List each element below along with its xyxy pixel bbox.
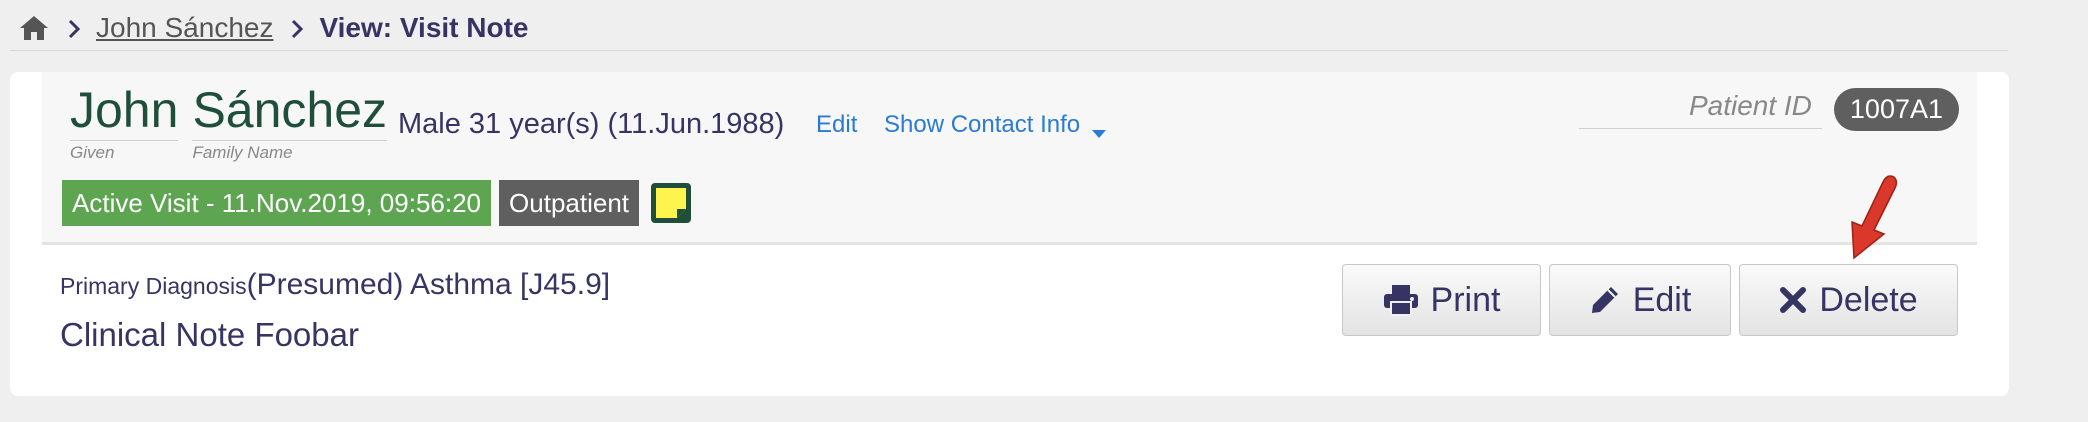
family-name-block: Sánchez Family Name xyxy=(192,82,388,163)
given-name: John xyxy=(70,82,179,141)
patient-name: John Given Sánchez Family Name xyxy=(70,82,401,163)
sticky-note-icon[interactable] xyxy=(649,181,693,225)
family-name-label: Family Name xyxy=(192,143,293,162)
primary-diagnosis-value: (Presumed) Asthma [J45.9] xyxy=(246,268,611,301)
print-button[interactable]: Print xyxy=(1342,264,1541,336)
active-visit-badge[interactable]: Active Visit - 11.Nov.2019, 09:56:20 xyxy=(62,180,492,226)
note-title: Clinical Note Foobar xyxy=(60,316,359,353)
edit-button[interactable]: Edit xyxy=(1549,264,1731,336)
patient-header: John Given Sánchez Family Name Male 31 y… xyxy=(42,72,1977,245)
visit-badges: Active Visit - 11.Nov.2019, 09:56:20 Out… xyxy=(62,180,693,226)
breadcrumb-current: View: Visit Note xyxy=(319,12,529,43)
visit-type-badge: Outpatient xyxy=(499,180,640,226)
close-icon xyxy=(1780,287,1807,313)
pencil-icon xyxy=(1591,287,1618,313)
breadcrumb-patient-link[interactable]: John Sánchez xyxy=(96,12,273,44)
delete-button[interactable]: Delete xyxy=(1739,264,1958,336)
red-arrow-icon xyxy=(1851,175,1898,260)
home-icon[interactable] xyxy=(18,14,50,42)
print-button-label: Print xyxy=(1430,280,1501,319)
edit-patient-link[interactable]: Edit xyxy=(816,111,857,139)
chevron-right-icon xyxy=(66,16,84,40)
patient-id-label: Patient ID xyxy=(1578,90,1822,129)
patient-id-badge: 1007A1 xyxy=(1833,88,1959,131)
primary-diagnosis: Primary Diagnosis (Presumed) Asthma [J45… xyxy=(60,268,610,302)
show-contact-info-link[interactable]: Show Contact Info xyxy=(884,111,1108,139)
primary-diagnosis-label: Primary Diagnosis xyxy=(60,273,247,299)
given-name-block: John Given xyxy=(70,82,179,163)
print-icon xyxy=(1383,285,1418,316)
patient-id: Patient ID 1007A1 xyxy=(1578,88,1959,131)
chevron-right-icon xyxy=(289,16,307,40)
show-contact-info-label: Show Contact Info xyxy=(884,111,1081,138)
breadcrumb: John Sánchez View: Visit Note xyxy=(18,8,529,48)
family-name: Sánchez xyxy=(192,82,388,141)
patient-demographics: Male 31 year(s) (11.Jun.1988) xyxy=(398,108,785,140)
given-name-label: Given xyxy=(70,143,115,162)
caret-down-icon xyxy=(1090,119,1108,138)
delete-button-label: Delete xyxy=(1819,280,1918,319)
visit-note-card: John Given Sánchez Family Name Male 31 y… xyxy=(10,72,2009,396)
breadcrumb-divider xyxy=(10,50,2008,51)
edit-button-label: Edit xyxy=(1632,280,1692,319)
note-actions: Print Edit Delete xyxy=(1342,264,1958,336)
